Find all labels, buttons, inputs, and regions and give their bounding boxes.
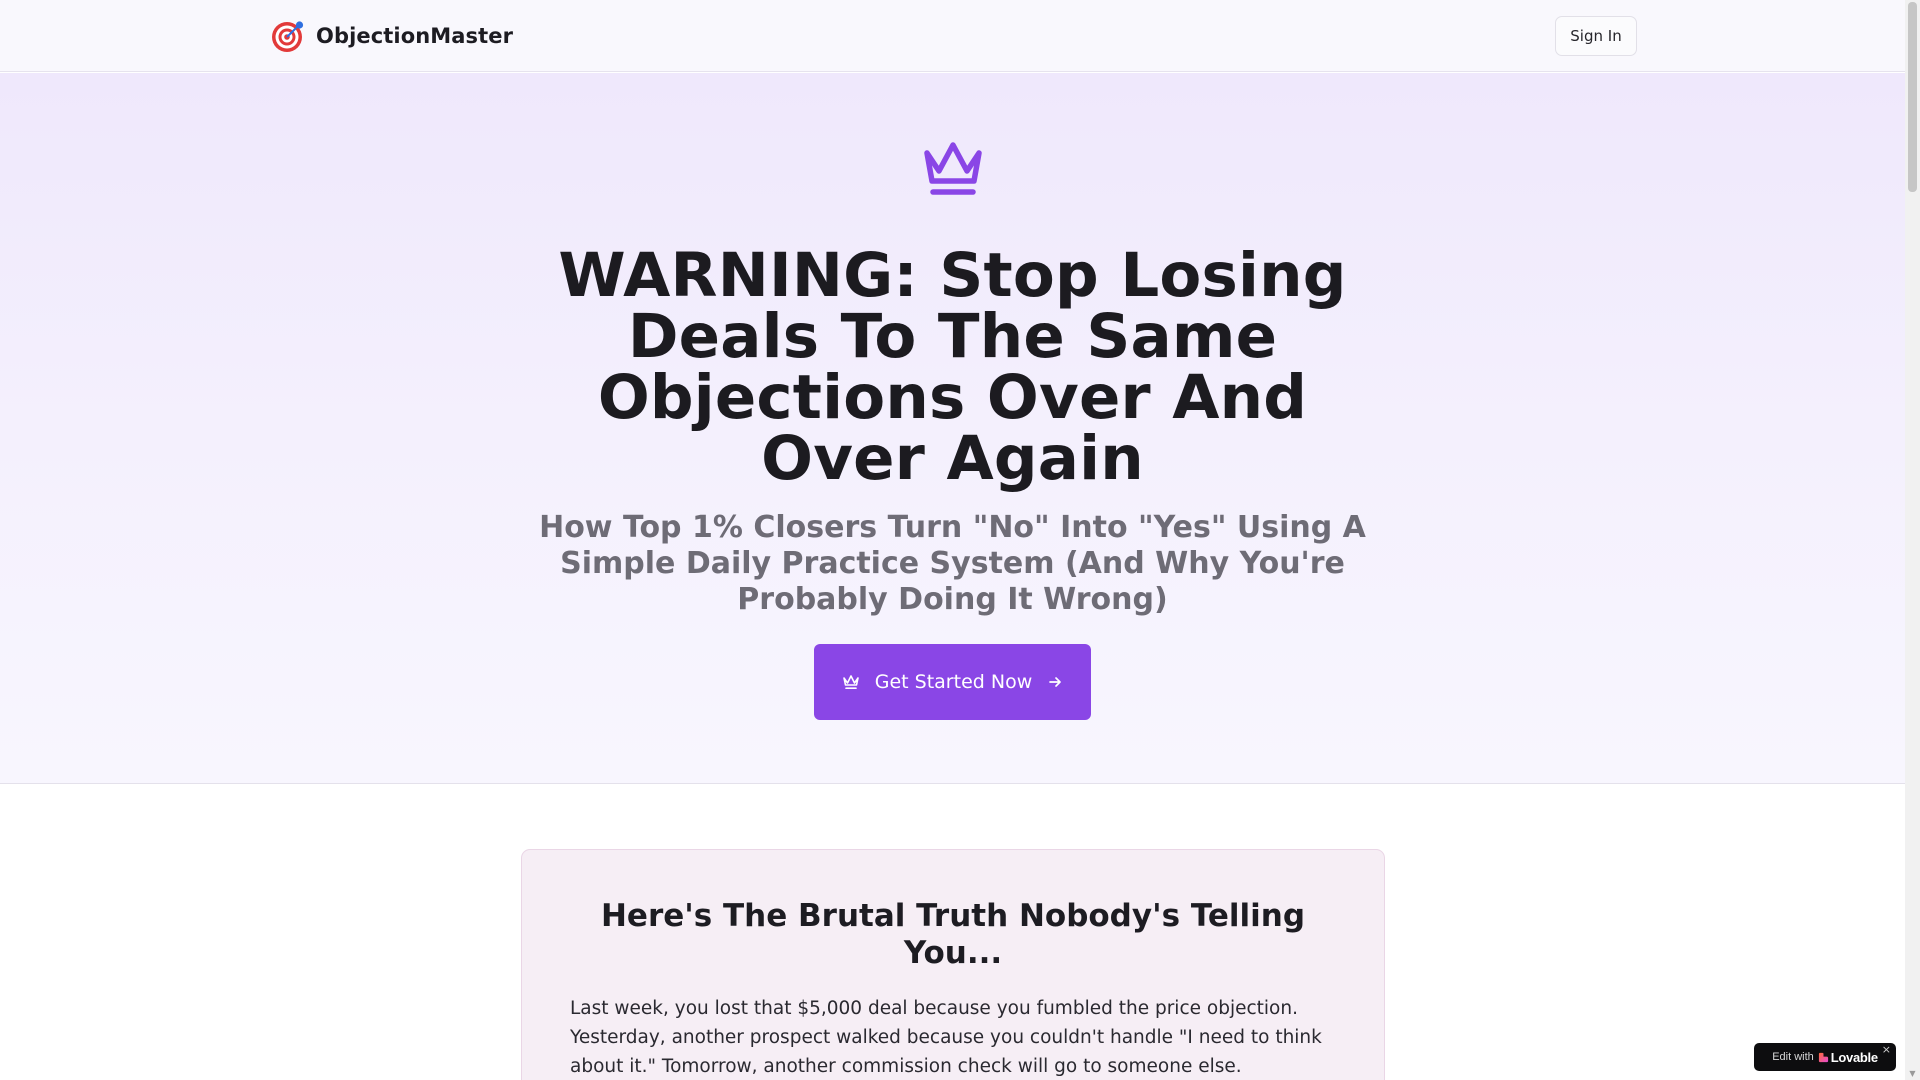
brutal-truth-card: Here's The Brutal Truth Nobody's Telling… bbox=[521, 849, 1385, 1080]
crown-icon bbox=[842, 675, 859, 689]
scroll-down-arrow-icon[interactable]: ▼ bbox=[1908, 1069, 1917, 1078]
hero-title: WARNING: Stop Losing Deals To The Same O… bbox=[558, 240, 1347, 494]
edit-with-lovable-badge[interactable]: Edit with Lovable × bbox=[1754, 1043, 1896, 1071]
truth-title: Here's The Brutal Truth Nobody's Telling… bbox=[600, 898, 1306, 971]
close-icon[interactable]: × bbox=[1882, 1044, 1891, 1055]
landing-page: ObjectionMaster Sign In WARNING: Stop Lo… bbox=[0, 0, 1920, 1080]
hero-subtitle: How Top 1% Closers Turn "No" Into "Yes" … bbox=[539, 510, 1366, 617]
scrollbar-thumb[interactable] bbox=[1908, 2, 1917, 192]
brand-name: ObjectionMaster bbox=[316, 24, 514, 48]
lovable-heart-icon bbox=[1818, 1052, 1828, 1062]
hero-section: WARNING: Stop Losing Deals To The Same O… bbox=[0, 73, 1905, 784]
crown-icon bbox=[924, 142, 982, 195]
target-logo-icon bbox=[272, 21, 304, 52]
page-scrollbar[interactable]: ▼ bbox=[1905, 0, 1920, 1080]
brand[interactable]: ObjectionMaster bbox=[270, 18, 513, 54]
get-started-button[interactable]: Get Started Now bbox=[814, 644, 1091, 720]
truth-paragraph: Last week, you lost that $5,000 deal bec… bbox=[570, 998, 1322, 1077]
badge-brand: Lovable bbox=[1830, 1049, 1878, 1065]
badge-prefix: Edit with bbox=[1772, 1051, 1814, 1063]
get-started-label: Get Started Now bbox=[874, 671, 1033, 693]
top-nav: ObjectionMaster Sign In bbox=[0, 0, 1905, 72]
sign-in-button[interactable]: Sign In bbox=[1555, 16, 1637, 56]
arrow-right-icon bbox=[1049, 677, 1062, 687]
